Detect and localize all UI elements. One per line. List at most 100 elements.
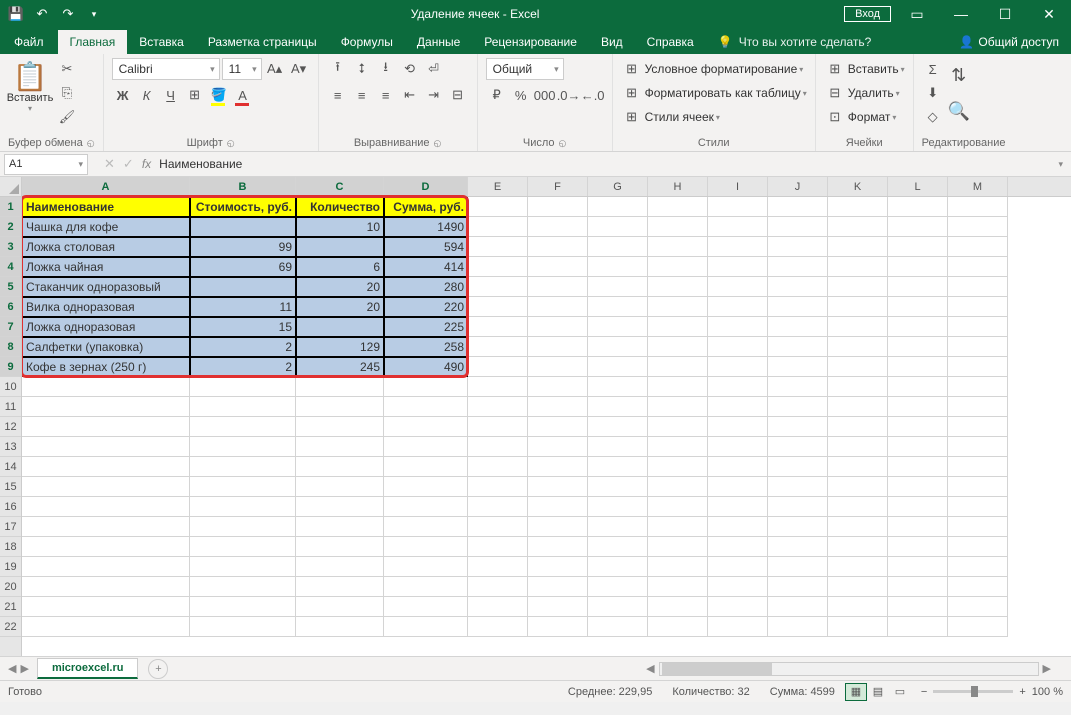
cell-K4[interactable] [828,257,888,277]
view-page-break-icon[interactable]: ▭ [889,683,911,701]
cell-H3[interactable] [648,237,708,257]
cell-F2[interactable] [528,217,588,237]
cell-E7[interactable] [468,317,528,337]
cell-G19[interactable] [588,557,648,577]
cell-G13[interactable] [588,437,648,457]
cell-G17[interactable] [588,517,648,537]
cell-D18[interactable] [384,537,468,557]
cell-L3[interactable] [888,237,948,257]
zoom-slider[interactable] [933,690,1013,693]
cell-G12[interactable] [588,417,648,437]
cell-I8[interactable] [708,337,768,357]
cell-D6[interactable]: 220 [384,297,468,317]
cell-F7[interactable] [528,317,588,337]
cell-C5[interactable]: 20 [296,277,384,297]
cell-B2[interactable] [190,217,296,237]
delete-cells-button[interactable]: ⊟Удалить▾ [824,82,900,104]
cell-K22[interactable] [828,617,888,637]
cell-J12[interactable] [768,417,828,437]
cell-K9[interactable] [828,357,888,377]
cell-D1[interactable]: Сумма, руб. [384,197,468,217]
cell-A7[interactable]: Ложка одноразовая [22,317,190,337]
cell-C4[interactable]: 6 [296,257,384,277]
cell-A17[interactable] [22,517,190,537]
formula-input[interactable]: Наименование [151,157,1050,171]
cell-M13[interactable] [948,437,1008,457]
cut-icon[interactable]: ✂ [56,58,78,80]
cell-J13[interactable] [768,437,828,457]
decrease-decimal-icon[interactable]: ←.0 [582,84,604,106]
zoom-in-icon[interactable]: + [1019,686,1025,698]
cell-C21[interactable] [296,597,384,617]
underline-button[interactable]: Ч [160,84,182,106]
cell-F18[interactable] [528,537,588,557]
cell-E22[interactable] [468,617,528,637]
cell-I4[interactable] [708,257,768,277]
cell-K11[interactable] [828,397,888,417]
cell-M9[interactable] [948,357,1008,377]
cell-D16[interactable] [384,497,468,517]
tab-data[interactable]: Данные [405,30,472,54]
row-header-7[interactable]: 7 [0,317,21,337]
cell-M15[interactable] [948,477,1008,497]
expand-formula-icon[interactable]: ▾ [1050,159,1071,170]
format-cells-button[interactable]: ⊡Формат▾ [824,106,897,128]
name-box[interactable]: A1 [4,154,88,175]
row-header-5[interactable]: 5 [0,277,21,297]
align-right-icon[interactable]: ≡ [375,84,397,106]
cell-J2[interactable] [768,217,828,237]
row-header-15[interactable]: 15 [0,477,21,497]
cell-C13[interactable] [296,437,384,457]
cell-M11[interactable] [948,397,1008,417]
cell-A8[interactable]: Салфетки (упаковка) [22,337,190,357]
cell-H12[interactable] [648,417,708,437]
row-header-12[interactable]: 12 [0,417,21,437]
cell-E2[interactable] [468,217,528,237]
cell-M4[interactable] [948,257,1008,277]
row-header-17[interactable]: 17 [0,517,21,537]
cell-E12[interactable] [468,417,528,437]
font-launcher-icon[interactable]: ◵ [227,138,235,149]
cell-I20[interactable] [708,577,768,597]
cell-G1[interactable] [588,197,648,217]
cell-G9[interactable] [588,357,648,377]
cell-G10[interactable] [588,377,648,397]
tab-file[interactable]: Файл [0,30,58,54]
cell-M20[interactable] [948,577,1008,597]
cell-D10[interactable] [384,377,468,397]
cell-F9[interactable] [528,357,588,377]
cell-C12[interactable] [296,417,384,437]
cell-B18[interactable] [190,537,296,557]
cell-G11[interactable] [588,397,648,417]
cell-D13[interactable] [384,437,468,457]
cell-C22[interactable] [296,617,384,637]
fill-icon[interactable]: ⬇ [922,82,944,104]
cell-M6[interactable] [948,297,1008,317]
cell-I5[interactable] [708,277,768,297]
cell-E15[interactable] [468,477,528,497]
cell-I1[interactable] [708,197,768,217]
grow-font-icon[interactable]: A▴ [264,58,286,80]
cell-B21[interactable] [190,597,296,617]
cell-B22[interactable] [190,617,296,637]
cells-area[interactable]: НаименованиеСтоимость, руб.КоличествоСум… [22,197,1071,637]
cell-E19[interactable] [468,557,528,577]
cell-M18[interactable] [948,537,1008,557]
cell-I11[interactable] [708,397,768,417]
cell-L2[interactable] [888,217,948,237]
cell-I18[interactable] [708,537,768,557]
wrap-text-icon[interactable]: ⏎ [423,58,445,80]
cell-D7[interactable]: 225 [384,317,468,337]
tab-layout[interactable]: Разметка страницы [196,30,329,54]
cell-K18[interactable] [828,537,888,557]
cell-J10[interactable] [768,377,828,397]
view-normal-icon[interactable]: ▦ [845,683,867,701]
cell-H7[interactable] [648,317,708,337]
sort-filter-icon[interactable]: ⇅ [948,58,970,92]
cell-I6[interactable] [708,297,768,317]
column-header-K[interactable]: K [828,177,888,196]
cell-D20[interactable] [384,577,468,597]
cell-H11[interactable] [648,397,708,417]
cell-G6[interactable] [588,297,648,317]
cell-A10[interactable] [22,377,190,397]
